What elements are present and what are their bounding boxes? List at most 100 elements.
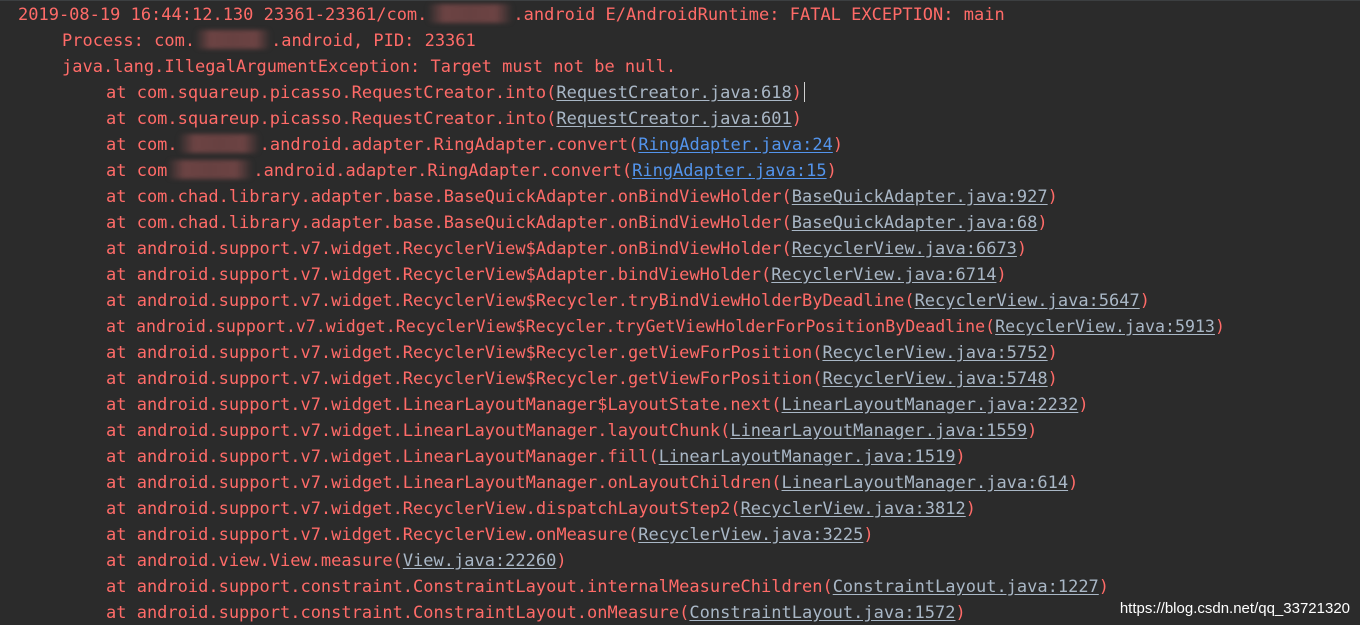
frame-source-link[interactable]: RecyclerView.java:5748	[822, 369, 1047, 389]
frame-close-paren: )	[1047, 343, 1058, 363]
frame-source-link[interactable]: ConstraintLayout.java:1572	[689, 603, 955, 623]
stack-frame[interactable]: at com.chad.library.adapter.base.BaseQui…	[0, 210, 1048, 236]
stack-frame[interactable]: at android.support.v7.widget.RecyclerVie…	[0, 314, 1225, 340]
stack-frame[interactable]: at android.support.v7.widget.LinearLayou…	[0, 418, 1037, 444]
console-top-border	[0, 0, 1360, 1]
stack-frame[interactable]: at android.support.v7.widget.RecyclerVie…	[0, 522, 874, 548]
process-line[interactable]: Process: com. .android, PID: 23361	[0, 28, 476, 54]
stack-frame[interactable]: at android.support.v7.widget.RecyclerVie…	[0, 236, 1027, 262]
frame-close-paren: )	[1016, 239, 1028, 259]
frame-close-paren: )	[1047, 187, 1058, 207]
stack-frame[interactable]: at android.support.v7.widget.LinearLayou…	[0, 392, 1089, 418]
frame-method: at android.support.v7.widget.RecyclerVie…	[106, 265, 772, 285]
stack-frame[interactable]: at com .android.adapter.RingAdapter.conve…	[0, 158, 837, 184]
frame-method: at android.support.v7.widget.LinearLayou…	[106, 421, 731, 441]
frame-close-paren: )	[1037, 213, 1048, 233]
frame-close-paren: )	[791, 83, 802, 103]
logcat-console[interactable]: 2019-08-19 16:44:12.130 23361-23361/com.…	[0, 0, 1360, 625]
frame-method: at android.support.v7.widget.LinearLayou…	[106, 447, 659, 467]
redacted-package-blur	[167, 160, 254, 179]
frame-close-paren: )	[832, 135, 844, 155]
frame-close-paren: )	[955, 603, 966, 623]
frame-source-link[interactable]: LinearLayoutManager.java:1519	[659, 447, 956, 467]
frame-close-paren: )	[863, 525, 874, 545]
redacted-package-blur	[427, 4, 514, 23]
stack-frame[interactable]: at android.support.constraint.Constraint…	[0, 600, 966, 625]
frame-close-paren: )	[791, 109, 802, 129]
frame-method: at android.support.v7.widget.RecyclerVie…	[106, 369, 823, 389]
frame-close-paren: )	[826, 161, 837, 181]
frame-source-link[interactable]: LinearLayoutManager.java:1559	[730, 421, 1027, 441]
frame-method: at com.chad.library.adapter.base.BaseQui…	[106, 213, 792, 233]
stack-frame[interactable]: at android.support.v7.widget.RecyclerVie…	[0, 262, 1007, 288]
stack-frame[interactable]: at android.support.v7.widget.RecyclerVie…	[0, 496, 976, 522]
blog-watermark: https://blog.csdn.net/qq_33721320	[1119, 600, 1350, 617]
frame-close-paren: )	[1027, 421, 1038, 441]
log-header-line[interactable]: 2019-08-19 16:44:12.130 23361-23361/com.…	[0, 2, 1005, 28]
frame-close-paren: )	[1068, 473, 1079, 493]
frame-source-link[interactable]: RecyclerView.java:5913	[995, 317, 1215, 336]
stack-frame[interactable]: at com.squareup.picasso.RequestCreator.i…	[0, 80, 805, 106]
frame-method: at com.squareup.picasso.RequestCreator.i…	[106, 109, 557, 129]
stack-frame[interactable]: at android.support.v7.widget.LinearLayou…	[0, 444, 966, 470]
frame-method: at android.support.v7.widget.RecyclerVie…	[106, 239, 792, 259]
stack-frame[interactable]: at android.support.constraint.Constraint…	[0, 574, 1109, 600]
frame-close-paren: )	[955, 447, 966, 467]
frame-source-link[interactable]: LinearLayoutManager.java:2232	[782, 395, 1079, 415]
frame-source-link[interactable]: RecyclerView.java:5647	[915, 291, 1140, 311]
stack-frame[interactable]: at com.squareup.picasso.RequestCreator.i…	[0, 106, 802, 132]
log-header-prefix: 2019-08-19 16:44:12.130 23361-23361/com.	[18, 5, 428, 25]
frame-source-link[interactable]: RecyclerView.java:5752	[822, 343, 1047, 363]
process-suffix: .android, PID: 23361	[271, 31, 476, 51]
frame-source-link[interactable]: ConstraintLayout.java:1227	[833, 577, 1099, 597]
stack-frame[interactable]: at android.support.v7.widget.RecyclerVie…	[0, 288, 1150, 314]
frame-source-link[interactable]: RingAdapter.java:24	[638, 135, 832, 155]
text-cursor	[804, 82, 805, 102]
frame-method: at android.support.constraint.Constraint…	[106, 603, 690, 623]
frame-close-paren: )	[1214, 317, 1225, 336]
stack-frame[interactable]: at android.support.v7.widget.LinearLayou…	[0, 470, 1078, 496]
frame-method: at android.view.View.measure(	[106, 551, 403, 571]
frame-close-paren: )	[996, 265, 1007, 285]
frame-method: at android.support.v7.widget.RecyclerVie…	[106, 525, 639, 545]
frame-method: at com.chad.library.adapter.base.BaseQui…	[106, 187, 792, 207]
frame-method: at android.support.v7.widget.LinearLayou…	[106, 473, 782, 493]
frame-source-link[interactable]: RecyclerView.java:3225	[638, 525, 863, 545]
frame-method: .android.adapter.RingAdapter.convert(	[259, 135, 639, 155]
frame-close-paren: )	[965, 499, 976, 519]
frame-source-link[interactable]: RingAdapter.java:15	[632, 161, 826, 181]
frame-source-link[interactable]: BaseQuickAdapter.java:927	[792, 187, 1048, 207]
frame-close-paren: )	[1098, 577, 1110, 597]
stack-frame[interactable]: at com. .android.adapter.RingAdapter.conv…	[0, 132, 843, 158]
stack-frame[interactable]: at android.support.v7.widget.RecyclerVie…	[0, 366, 1058, 392]
frame-source-link[interactable]: LinearLayoutManager.java:614	[782, 473, 1069, 493]
frame-method-prefix: at com	[106, 161, 168, 181]
frame-method: at android.support.v7.widget.RecyclerVie…	[106, 317, 996, 336]
frame-method: at android.support.constraint.Constraint…	[106, 577, 833, 597]
log-header-suffix: .android E/AndroidRuntime: FATAL EXCEPTI…	[513, 5, 1005, 25]
exception-line[interactable]: java.lang.IllegalArgumentException: Targ…	[0, 54, 676, 80]
frame-source-link[interactable]: RequestCreator.java:601	[556, 109, 791, 129]
frame-source-link[interactable]: RecyclerView.java:6714	[771, 265, 996, 285]
stack-frame[interactable]: at android.support.v7.widget.RecyclerVie…	[0, 340, 1058, 366]
frame-close-paren: )	[1139, 291, 1150, 311]
frame-close-paren: )	[1078, 395, 1089, 415]
frame-source-link[interactable]: RequestCreator.java:618	[556, 83, 791, 103]
frame-method: at android.support.v7.widget.RecyclerVie…	[106, 343, 823, 363]
frame-method: at android.support.v7.widget.RecyclerVie…	[106, 499, 741, 519]
exception-message: java.lang.IllegalArgumentException: Targ…	[62, 57, 677, 77]
frame-source-link[interactable]: RecyclerView.java:6673	[792, 239, 1017, 259]
frame-source-link[interactable]: RecyclerView.java:3812	[741, 499, 966, 519]
frame-method: at android.support.v7.widget.LinearLayou…	[106, 395, 782, 415]
frame-method-prefix: at com.	[106, 135, 178, 155]
process-prefix: Process: com.	[62, 31, 196, 51]
frame-source-link[interactable]: BaseQuickAdapter.java:68	[792, 213, 1038, 233]
redacted-package-blur	[195, 30, 272, 49]
frame-close-paren: )	[556, 551, 567, 571]
stack-frame[interactable]: at android.view.View.measure(View.java:2…	[0, 548, 567, 574]
frame-method: at android.support.v7.widget.RecyclerVie…	[106, 291, 915, 311]
frame-close-paren: )	[1047, 369, 1058, 389]
frame-source-link[interactable]: View.java:22260	[403, 551, 557, 571]
stack-frame[interactable]: at com.chad.library.adapter.base.BaseQui…	[0, 184, 1058, 210]
redacted-package-blur	[177, 134, 260, 153]
